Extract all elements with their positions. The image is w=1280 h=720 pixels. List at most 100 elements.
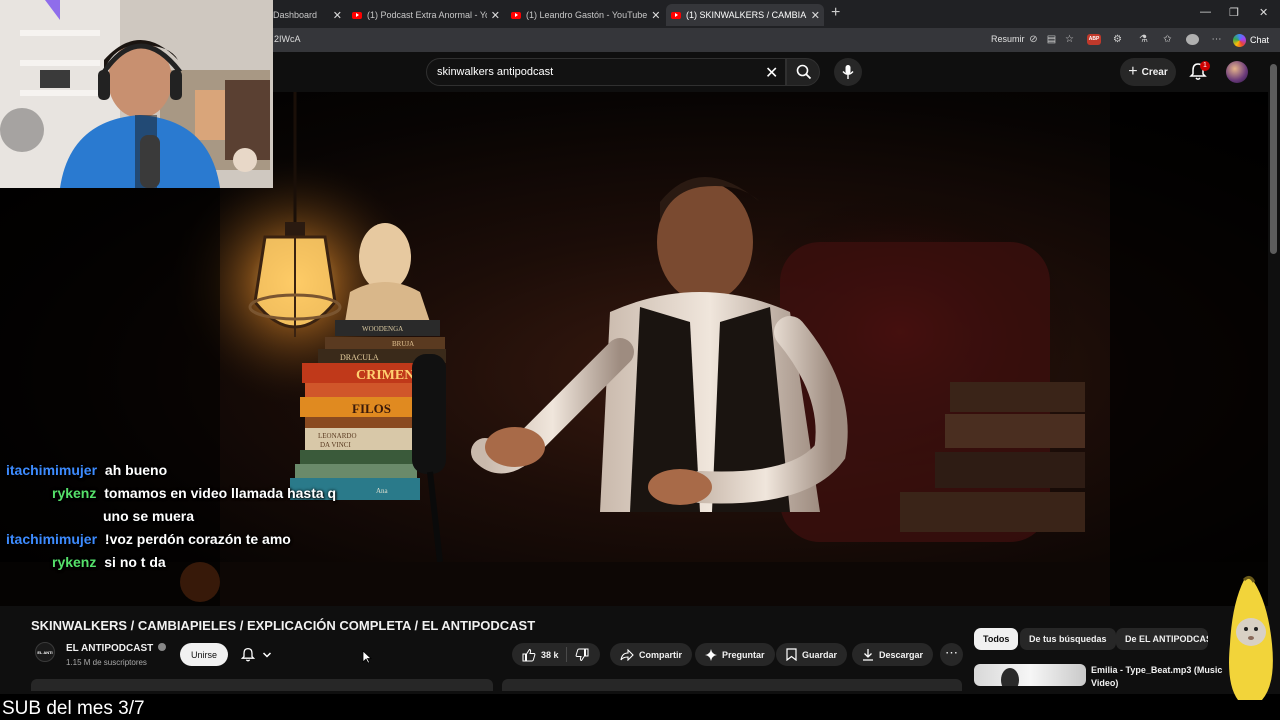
- sub-goal-text: SUB del mes 3/7: [2, 698, 145, 719]
- thumbnail-image: [1001, 668, 1019, 686]
- favorites-icon[interactable]: ✩: [1162, 34, 1173, 45]
- channel-logo[interactable]: EL ANTI: [35, 642, 55, 662]
- plus-icon: +: [1128, 63, 1138, 80]
- chevron-down-icon: [262, 652, 272, 658]
- chat-username: itachimimujer: [6, 531, 98, 547]
- tab-label: Dashboard: [273, 10, 318, 20]
- save-button[interactable]: Guardar: [776, 643, 848, 666]
- book-spine-text: FILOS: [352, 401, 391, 416]
- download-label: Descargar: [879, 649, 924, 660]
- profile-icon[interactable]: [1186, 34, 1199, 45]
- eye-off-icon[interactable]: ⊘: [1028, 34, 1039, 45]
- close-tab-icon[interactable]: ✕: [807, 9, 824, 22]
- video-title: SKINWALKERS / CAMBIAPIELES / EXPLICACIÓN…: [31, 618, 536, 633]
- dislike-button[interactable]: [567, 648, 594, 662]
- description-box[interactable]: [31, 679, 493, 691]
- share-button[interactable]: Compartir: [610, 643, 693, 666]
- book-spine-text: BRUJA: [392, 340, 414, 348]
- new-tab-button[interactable]: +: [831, 4, 840, 22]
- book-spine-text: LEONARDO: [318, 432, 357, 440]
- close-tab-icon[interactable]: ✕: [647, 9, 663, 22]
- share-icon: [620, 648, 634, 661]
- comments-box[interactable]: [502, 679, 962, 691]
- tab-leandro-gaston[interactable]: (1) Leandro Gastón - YouTube ✕: [511, 4, 663, 26]
- channel-name-text: EL ANTIPODCAST: [66, 643, 154, 654]
- youtube-favicon-icon: [352, 11, 362, 19]
- tab-dashboard[interactable]: Dashboard ✕: [273, 4, 346, 26]
- tab-label: (1) Podcast Extra Anormal - YouTu: [367, 10, 487, 20]
- youtube-favicon-icon: [671, 11, 681, 19]
- book-spine-text: Ana: [376, 487, 389, 495]
- copilot-chat-button[interactable]: Chat: [1233, 32, 1269, 48]
- extension-icon[interactable]: ⚗: [1138, 34, 1149, 45]
- chat-text: uno se muera: [103, 508, 195, 524]
- webcam-scene: [0, 0, 273, 188]
- youtube-favicon-icon: [511, 11, 521, 19]
- adblock-extension-icon[interactable]: ABP: [1087, 34, 1101, 45]
- chat-text: tomamos en video llamada hasta q: [104, 485, 337, 501]
- star-icon[interactable]: ☆: [1064, 34, 1075, 45]
- voice-search-button[interactable]: [834, 58, 862, 86]
- recommendation-thumbnail[interactable]: [974, 664, 1086, 686]
- close-window-icon[interactable]: ✕: [1259, 6, 1268, 19]
- bookmark-icon: [786, 648, 797, 661]
- search-box[interactable]: skinwalkers antipodcast ✕: [426, 58, 786, 86]
- verified-icon: [158, 643, 167, 651]
- chat-message: rykenz si no t da: [52, 554, 166, 570]
- sparkle-icon: [705, 648, 717, 661]
- save-label: Guardar: [802, 649, 838, 660]
- create-button[interactable]: + Crear: [1120, 58, 1176, 86]
- close-tab-icon[interactable]: ✕: [487, 9, 504, 22]
- search-input[interactable]: skinwalkers antipodcast: [437, 66, 553, 78]
- more-actions-button[interactable]: ⋯: [940, 643, 963, 666]
- chip-todos[interactable]: Todos: [974, 628, 1019, 650]
- book-spine-text: DA VINCI: [320, 441, 351, 449]
- copilot-icon: [1233, 33, 1246, 47]
- reader-mode-icon[interactable]: ▤: [1046, 34, 1057, 45]
- resumir-button[interactable]: Resumir: [991, 34, 1025, 44]
- download-icon: [863, 649, 873, 661]
- chat-message: itachimimujer ah bueno: [6, 462, 167, 478]
- account-avatar[interactable]: [1226, 61, 1248, 83]
- tab-podcast-extra-anormal[interactable]: (1) Podcast Extra Anormal - YouTu ✕: [352, 4, 504, 26]
- tab-skinwalkers[interactable]: (1) SKINWALKERS / CAMBIAPIELES ✕: [666, 4, 824, 26]
- url-text[interactable]: 2IWcA: [274, 34, 301, 44]
- close-tab-icon[interactable]: ✕: [329, 9, 346, 22]
- recommendation-title[interactable]: Emilia - Type_Beat.mp3 (Music Video): [1091, 664, 1231, 690]
- menu-dots-icon[interactable]: ⋯: [1211, 34, 1222, 45]
- chat-text: !voz perdón corazón te amo: [104, 531, 291, 547]
- book-spine-text: DRACULA: [340, 353, 379, 362]
- chat-username: itachimimujer: [6, 462, 98, 478]
- chat-text: ah bueno: [104, 462, 168, 478]
- download-button[interactable]: Descargar: [852, 643, 934, 666]
- ask-button[interactable]: Preguntar: [695, 643, 775, 666]
- like-dislike-group: 38 k: [512, 643, 600, 666]
- chip-de-tus-busquedas[interactable]: De tus búsquedas: [1020, 628, 1116, 650]
- subscription-notifications-button[interactable]: [235, 643, 281, 666]
- like-count: 38 k: [541, 649, 559, 660]
- chat-username: rykenz: [52, 485, 97, 501]
- search-button[interactable]: [786, 58, 820, 86]
- minimize-icon[interactable]: —: [1200, 6, 1211, 18]
- chat-username: rykenz: [52, 554, 97, 570]
- channel-name[interactable]: EL ANTIPODCAST: [66, 643, 167, 654]
- bell-icon: [240, 647, 256, 662]
- chat-message: itachimimujer !voz perdón corazón te amo: [6, 531, 291, 547]
- scrollbar-thumb[interactable]: [1270, 64, 1277, 254]
- create-label: Crear: [1141, 66, 1168, 78]
- like-button[interactable]: 38 k: [512, 647, 567, 662]
- streamer-webcam: [0, 0, 273, 188]
- restore-icon[interactable]: ❐: [1229, 6, 1239, 19]
- ask-label: Preguntar: [722, 649, 765, 660]
- notification-count-badge: 1: [1200, 61, 1210, 71]
- sub-goal-overlay: SUB del mes 3/7: [0, 694, 1280, 720]
- subscriber-count: 1.15 M de suscriptores: [66, 658, 147, 667]
- chat-message-continuation: uno se muera: [103, 508, 194, 524]
- chat-text: si no t da: [104, 554, 166, 570]
- extension-icon[interactable]: ⚙: [1112, 34, 1123, 45]
- join-button[interactable]: Unirse: [180, 643, 228, 666]
- chip-de-el-antipodcast[interactable]: De EL ANTIPODCAST: [1116, 628, 1208, 650]
- mouse-cursor-icon: [362, 650, 372, 664]
- clear-search-icon[interactable]: ✕: [765, 63, 778, 83]
- search-icon: [796, 64, 812, 80]
